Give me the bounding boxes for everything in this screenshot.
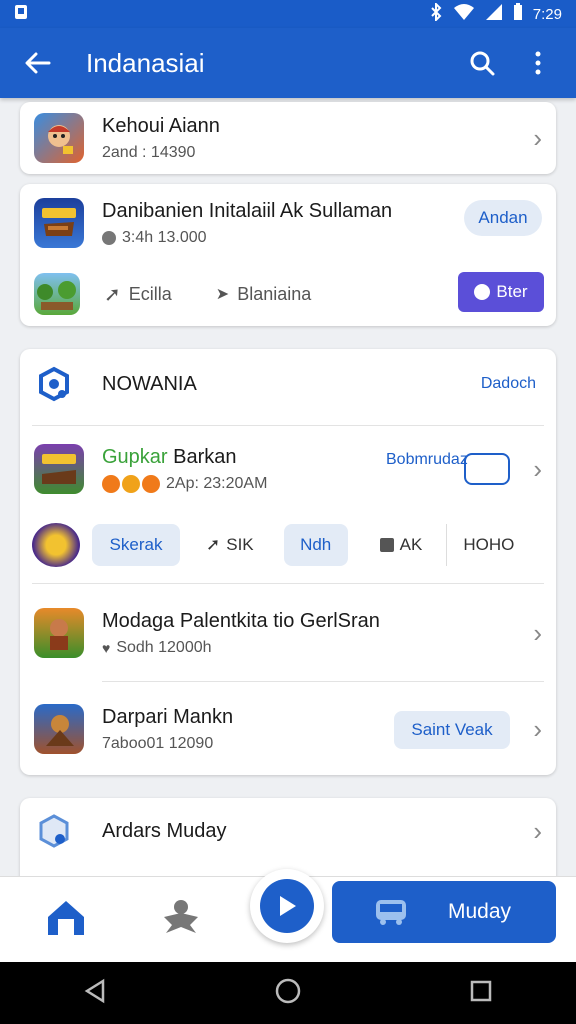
item-title: Darpari Mankn: [102, 705, 234, 728]
app-card-1[interactable]: Kehoui Aiann 2and : 14390 ›: [20, 102, 556, 174]
game-icon: [34, 608, 84, 658]
notification-icon: [14, 4, 28, 24]
chip[interactable]: Ndh: [283, 524, 348, 566]
play-small-icon: ➤: [215, 286, 230, 303]
item-title: Danibanien Initalaiil Ak Sullaman: [102, 199, 393, 222]
arrow-icon: ➚: [104, 283, 121, 306]
muday-button[interactable]: Muday: [332, 881, 556, 943]
bter-button[interactable]: Bter: [458, 272, 544, 312]
chip[interactable]: AK: [379, 535, 422, 555]
content-scroll[interactable]: Kehoui Aiann 2and : 14390 › Danibanien I…: [0, 98, 576, 876]
chevron-right-icon[interactable]: ›: [533, 816, 542, 847]
chevron-right-icon[interactable]: ›: [533, 618, 542, 649]
action-label[interactable]: Ecilla: [129, 284, 172, 305]
back-nav-button[interactable]: [83, 978, 107, 1009]
item-subtitle: 3:4h 13.000: [122, 228, 207, 246]
chevron-right-icon[interactable]: ›: [533, 714, 542, 745]
heart-icon: [474, 284, 491, 300]
chip[interactable]: Skerak: [92, 524, 180, 566]
bluetooth-icon: [429, 1, 443, 25]
home-icon: [48, 901, 84, 935]
app-card-2[interactable]: Danibanien Initalaiil Ak Sullaman 3:4h 1…: [20, 184, 556, 326]
wifi-icon: [453, 3, 475, 25]
game-icon: [34, 704, 84, 754]
game-icon: [32, 523, 80, 567]
circle-home-icon: [275, 978, 301, 1003]
chevron-right-icon[interactable]: ›: [533, 123, 542, 154]
section-title: NOWANIA: [102, 372, 197, 395]
bus-icon: [376, 900, 406, 925]
clock-icon: [102, 230, 116, 245]
item-subtitle: 2Ap: 23:20AM: [166, 474, 268, 492]
arrow-icon: ➚: [206, 535, 221, 554]
item-title: Barkan: [167, 445, 237, 468]
hex-icon: [36, 813, 72, 849]
recents-nav-button[interactable]: [469, 979, 493, 1008]
outline-link-button[interactable]: Bobmrudaz: [386, 451, 468, 469]
bottom-navigation: Muday: [0, 869, 576, 962]
chevron-right-icon[interactable]: ›: [533, 454, 542, 485]
signal-icon: [485, 3, 503, 25]
settings-hex-icon: [36, 366, 72, 402]
chip[interactable]: HOHO: [446, 524, 514, 566]
game-icon: [34, 444, 84, 494]
list-item[interactable]: Modaga Palentkita tio GerlSran ♥ Sodh 120…: [20, 593, 556, 673]
section-link[interactable]: Dadoch: [481, 375, 536, 393]
square-recents-icon: [470, 980, 491, 1001]
item-title: Ardars Muday: [102, 819, 227, 842]
status-time: 7:29: [532, 5, 562, 23]
status-bar: 7:29: [0, 0, 576, 28]
more-options-button[interactable]: [518, 43, 558, 83]
game-icon: [34, 113, 84, 163]
muday-label: Muday: [448, 900, 512, 923]
rating-badge-icon: [102, 474, 160, 493]
game-icon: [34, 273, 80, 315]
andan-button[interactable]: Andan: [464, 200, 542, 236]
play-fab[interactable]: [250, 869, 324, 943]
item-subtitle: 2and : 14390: [102, 143, 196, 161]
app-card-4[interactable]: Ardars Muday ›: [20, 798, 556, 876]
search-icon: [470, 51, 495, 76]
more-vert-icon: [535, 51, 541, 75]
action-label[interactable]: Blaniaina: [237, 284, 311, 305]
item-title: Modaga Palentkita tio GerlSran: [102, 609, 380, 632]
play-icon: [280, 896, 296, 916]
back-arrow-icon: [25, 52, 51, 74]
page-title: Indanasiai: [86, 47, 205, 78]
nav-people[interactable]: [160, 895, 202, 937]
battery-icon: [513, 3, 523, 25]
list-item[interactable]: Gupkar Barkan 2Ap: 23:20AM Bobmrudaz ›: [20, 433, 556, 505]
back-button[interactable]: [18, 43, 58, 83]
home-nav-button[interactable]: [274, 977, 302, 1010]
app-bar: Indanasiai: [0, 28, 576, 98]
list-item[interactable]: Darpari Mankn 7aboo01 12090 Saint Veak ›: [20, 689, 556, 769]
outline-box: [464, 453, 510, 485]
triangle-back-icon: [84, 978, 105, 1003]
heart-icon: ♥: [102, 639, 111, 656]
saint-veak-button[interactable]: Saint Veak: [394, 711, 510, 749]
item-subtitle: 7aboo01 12090: [102, 734, 214, 752]
system-navigation: [0, 962, 576, 1024]
section-card: NOWANIA Dadoch Gupkar Barkan 2Ap: 23:20A…: [20, 349, 556, 775]
game-icon: [34, 198, 84, 248]
square-icon: [379, 538, 394, 552]
item-subtitle: Sodh 12000h: [116, 638, 212, 656]
search-button[interactable]: [462, 43, 502, 83]
people-icon: [164, 900, 198, 933]
chip[interactable]: ➚ SIK: [206, 535, 254, 555]
nav-home[interactable]: [44, 895, 88, 939]
item-title-highlight: Gupkar: [102, 445, 168, 468]
item-title: Kehoui Aiann: [102, 114, 220, 137]
